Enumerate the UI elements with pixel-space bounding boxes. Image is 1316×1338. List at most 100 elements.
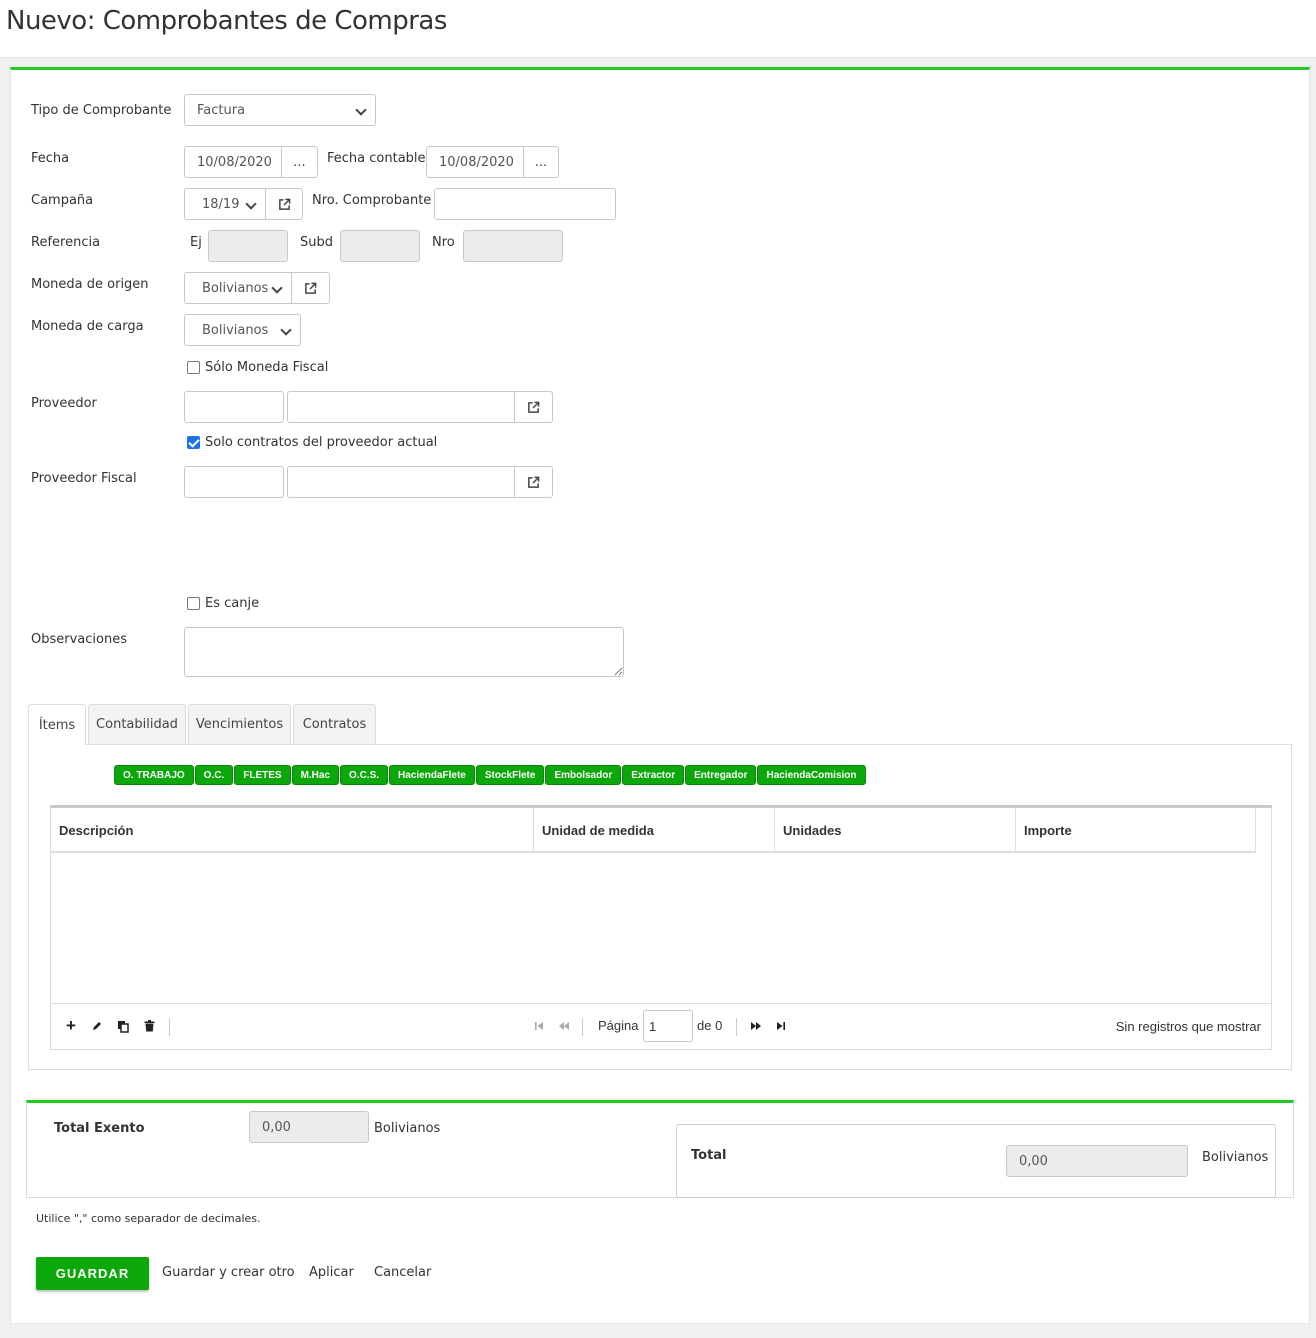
prev-page-icon[interactable]	[556, 1018, 572, 1034]
column-header-importe[interactable]: Importe	[1016, 808, 1256, 853]
proveedor-open-button[interactable]	[514, 391, 553, 423]
apply-button[interactable]: Aplicar	[309, 1265, 354, 1280]
grid-pager: + Página 1 de 0 Sin registros que mostra…	[51, 1003, 1271, 1050]
es-canje-checkbox[interactable]	[187, 597, 200, 610]
fecha-input[interactable]: 10/08/2020	[184, 146, 282, 178]
subd-label: Subd	[300, 235, 333, 250]
solo-moneda-fiscal-checkbox[interactable]	[187, 361, 200, 374]
moneda-carga-label: Moneda de carga	[31, 319, 144, 334]
solo-contratos-label: Solo contratos del proveedor actual	[205, 435, 438, 450]
empty-records-text: Sin registros que mostrar	[1115, 1019, 1261, 1034]
tab-items[interactable]: Ítems	[28, 704, 86, 745]
column-header-descripcion[interactable]: Descripción	[51, 808, 534, 853]
pager-separator	[736, 1018, 737, 1036]
rewind-icon	[559, 1022, 569, 1030]
referencia-label: Referencia	[31, 235, 101, 250]
first-page-icon[interactable]	[531, 1018, 547, 1034]
observaciones-label: Observaciones	[31, 632, 127, 647]
fecha-contable-input[interactable]: 10/08/2020	[426, 146, 524, 178]
toolbar-separator	[169, 1018, 170, 1036]
add-icon[interactable]: +	[63, 1016, 79, 1035]
page-count-label: de 0	[697, 1018, 723, 1033]
item-type-button-o-c-s[interactable]: O.C.S.	[340, 765, 389, 785]
save-and-new-button[interactable]: Guardar y crear otro	[162, 1265, 295, 1280]
campana-label: Campaña	[31, 193, 94, 208]
tab-vencimientos[interactable]: Vencimientos	[188, 704, 291, 744]
items-tab-panel: O. TRABAJO O.C. FLETES M.Hac O.C.S. HaciendaF…	[28, 744, 1292, 1070]
last-page-glyph-icon	[777, 1022, 785, 1030]
items-grid: Descripción Unidad de medida Unidades Im…	[50, 805, 1272, 1050]
tab-contabilidad[interactable]: Contabilidad	[88, 704, 186, 744]
cancel-button[interactable]: Cancelar	[374, 1265, 431, 1280]
nro-comprobante-input[interactable]	[434, 188, 616, 220]
form-panel: Tipo de Comprobante Factura Fecha 10/08/…	[10, 67, 1310, 1324]
last-page-icon[interactable]	[773, 1018, 789, 1034]
total-currency: Bolivianos	[1202, 1150, 1269, 1165]
subd-input	[340, 230, 420, 262]
moneda-carga-select[interactable]: Bolivianos	[184, 314, 301, 346]
item-type-button-o-c[interactable]: O.C.	[194, 765, 234, 785]
total-label: Total	[691, 1148, 727, 1163]
save-button[interactable]: GUARDAR	[36, 1257, 149, 1290]
fecha-contable-picker-button[interactable]: ...	[523, 146, 559, 178]
solo-contratos-checkbox[interactable]	[187, 436, 200, 449]
proveedor-fiscal-label: Proveedor Fiscal	[31, 471, 137, 486]
tipo-comprobante-select[interactable]: Factura	[184, 94, 376, 126]
total-exento-label: Total Exento	[54, 1121, 145, 1136]
external-link-icon	[305, 282, 317, 294]
nro-input	[463, 230, 563, 262]
item-type-button-o-trabajo[interactable]: O. TRABAJO	[114, 765, 194, 785]
external-link-icon	[278, 198, 290, 210]
campana-open-button[interactable]	[265, 188, 303, 220]
column-header-unidades[interactable]: Unidades	[775, 808, 1016, 853]
totals-box: Total Exento 0,00 Bolivianos Total 0,00 …	[26, 1100, 1294, 1198]
copy-icon[interactable]	[115, 1018, 131, 1034]
total-input: 0,00	[1006, 1145, 1188, 1177]
es-canje-label: Es canje	[205, 596, 260, 611]
first-page-glyph-icon	[535, 1022, 543, 1030]
item-type-button-haciendacomision[interactable]: HaciendaComision	[757, 765, 866, 785]
observaciones-textarea[interactable]	[184, 627, 624, 677]
item-type-button-embolsador[interactable]: Embolsador	[545, 765, 622, 785]
moneda-origen-open-button[interactable]	[291, 272, 330, 304]
proveedor-fiscal-code-input[interactable]	[184, 466, 284, 498]
pencil-icon	[93, 1022, 101, 1030]
moneda-origen-select[interactable]: Bolivianos	[184, 272, 292, 304]
tipo-comprobante-label: Tipo de Comprobante	[31, 103, 172, 118]
nro-comprobante-label: Nro. Comprobante	[312, 193, 432, 208]
item-type-button-entregador[interactable]: Entregador	[685, 765, 757, 785]
proveedor-code-input[interactable]	[184, 391, 284, 423]
proveedor-label: Proveedor	[31, 396, 97, 411]
total-exento-currency: Bolivianos	[374, 1121, 441, 1136]
next-page-icon[interactable]	[748, 1018, 764, 1034]
ej-label: Ej	[190, 235, 202, 250]
decimal-hint: Utilice "," como separador de decimales.	[36, 1212, 261, 1225]
total-summary-box: Total 0,00 Bolivianos	[676, 1124, 1276, 1198]
external-link-icon	[528, 401, 540, 413]
proveedor-fiscal-name-input[interactable]	[287, 466, 515, 498]
item-type-button-stockflete[interactable]: StockFlete	[475, 765, 545, 785]
page-title: Nuevo: Comprobantes de Compras	[6, 6, 447, 36]
fecha-label: Fecha	[31, 151, 70, 166]
solo-moneda-fiscal-label: Sólo Moneda Fiscal	[205, 360, 329, 375]
item-type-button-haciendaflete[interactable]: HaciendaFlete	[389, 765, 475, 785]
proveedor-fiscal-open-button[interactable]	[514, 466, 553, 498]
item-type-button-fletes[interactable]: FLETES	[234, 765, 291, 785]
item-type-button-m-hac[interactable]: M.Hac	[291, 765, 340, 785]
delete-icon[interactable]	[141, 1018, 157, 1034]
nro-label: Nro	[432, 235, 455, 250]
tab-contratos[interactable]: Contratos	[293, 704, 376, 744]
column-header-unidad[interactable]: Unidad de medida	[534, 808, 775, 853]
fecha-picker-button[interactable]: ...	[281, 146, 318, 178]
edit-icon[interactable]	[89, 1018, 105, 1034]
campana-select[interactable]: 18/19	[184, 188, 266, 220]
pager-label: Página	[598, 1018, 639, 1033]
total-exento-input: 0,00	[249, 1111, 369, 1143]
moneda-origen-label: Moneda de origen	[31, 277, 149, 292]
pager-separator	[582, 1018, 583, 1036]
page-number-input[interactable]: 1	[643, 1010, 693, 1042]
item-type-button-extractor[interactable]: Extractor	[622, 765, 685, 785]
copy-glyph-icon	[118, 1020, 129, 1033]
proveedor-name-input[interactable]	[287, 391, 515, 423]
trash-icon	[144, 1020, 154, 1032]
